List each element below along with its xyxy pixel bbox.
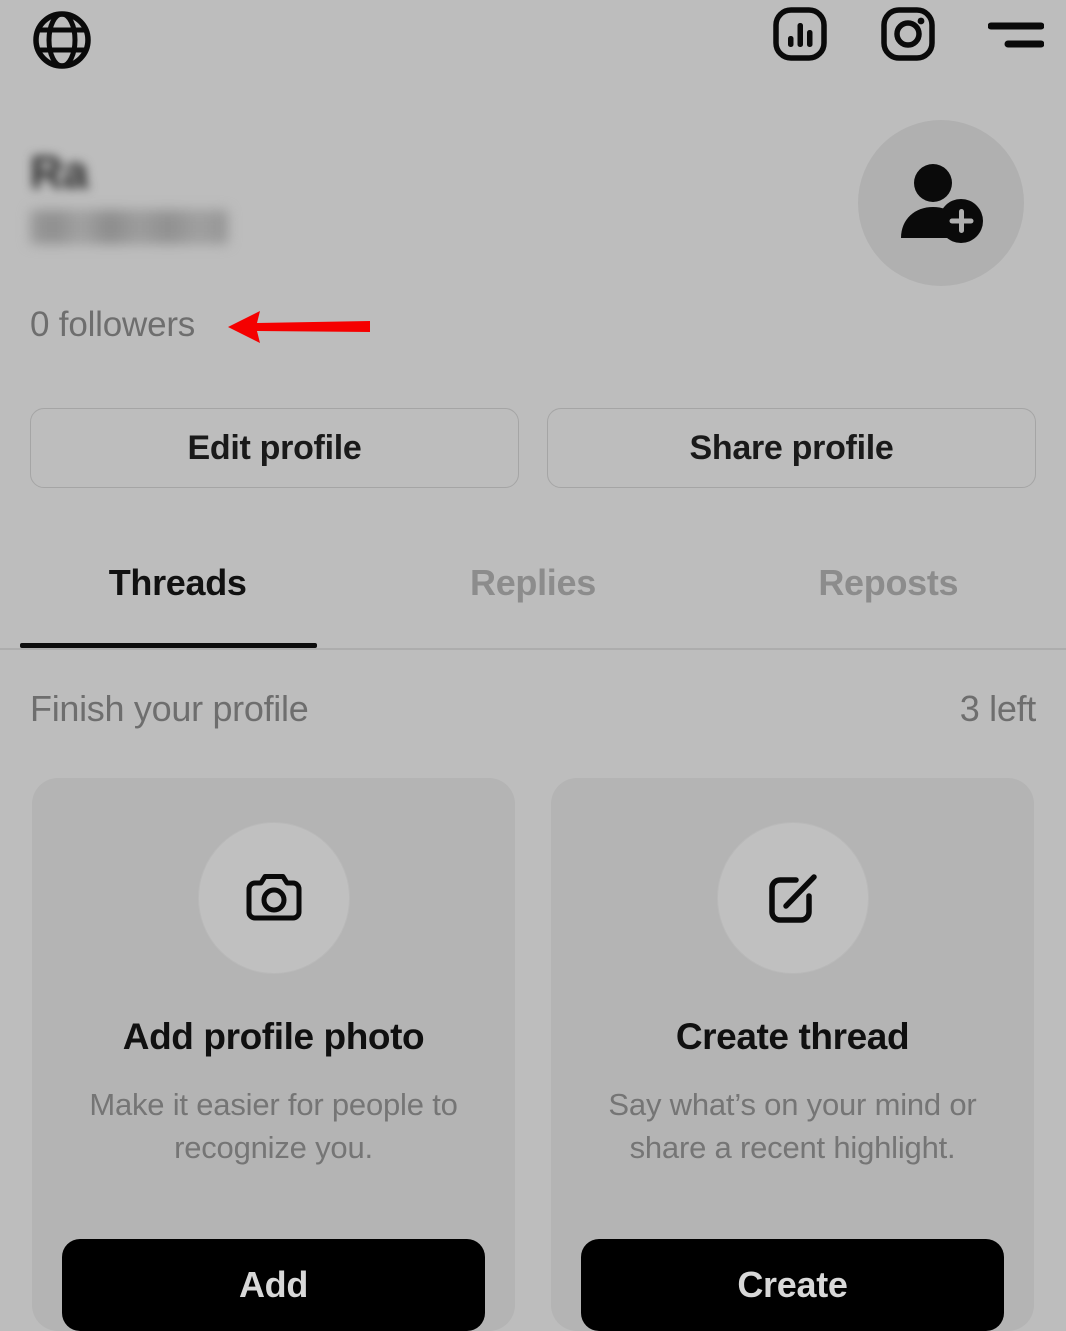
card-add-profile-photo[interactable]: Add profile photo Make it easier for peo…	[32, 778, 515, 1331]
finish-profile-header: Finish your profile 3 left	[30, 688, 1036, 730]
globe-icon[interactable]	[30, 8, 94, 72]
card-description: Make it easier for people to recognize y…	[89, 1087, 458, 1165]
profile-tabs: Threads Replies Reposts	[0, 548, 1066, 648]
name-block: Ra	[30, 146, 228, 245]
share-profile-button[interactable]: Share profile	[547, 408, 1036, 488]
avatar[interactable]	[858, 120, 1024, 286]
create-button[interactable]: Create	[581, 1239, 1004, 1331]
camera-icon	[246, 874, 301, 921]
username-redacted	[30, 210, 228, 245]
followers-count[interactable]: 0 followers	[30, 305, 195, 345]
card-title: Create thread	[675, 1016, 910, 1057]
tab-threads-label: Threads	[108, 562, 247, 603]
tab-reposts[interactable]: Reposts	[711, 548, 1066, 648]
finish-profile-title: Finish your profile	[30, 688, 309, 729]
instagram-icon[interactable]	[880, 6, 936, 62]
tab-threads[interactable]: Threads	[0, 548, 355, 648]
tab-replies-label: Replies	[470, 562, 596, 603]
edit-profile-button[interactable]: Edit profile	[30, 408, 519, 488]
finish-profile-cards: Add profile photo Make it easier for peo…	[32, 778, 1034, 1331]
tabs-divider	[0, 648, 1066, 650]
top-bar-actions	[772, 6, 1044, 62]
card-create-thread[interactable]: Create thread Say what’s on your mind or…	[551, 778, 1034, 1331]
camera-icon-circle	[197, 822, 350, 974]
top-bar	[0, 0, 1066, 88]
finish-profile-remaining: 3 left	[959, 688, 1037, 729]
tab-replies[interactable]: Replies	[355, 548, 710, 648]
card-title: Add profile photo	[122, 1016, 425, 1057]
hamburger-menu-icon[interactable]	[988, 6, 1044, 62]
compose-icon	[768, 874, 817, 923]
card-description: Say what’s on your mind or share a recen…	[608, 1087, 977, 1165]
profile-header: Ra 0 followers	[0, 120, 1066, 360]
bar-chart-icon[interactable]	[772, 6, 828, 62]
display-name: Ra	[30, 146, 88, 198]
add-person-icon	[901, 164, 983, 243]
compose-icon-circle	[716, 822, 869, 974]
add-button[interactable]: Add	[62, 1239, 485, 1331]
profile-actions: Edit profile Share profile	[30, 408, 1036, 488]
tab-reposts-label: Reposts	[818, 562, 959, 603]
